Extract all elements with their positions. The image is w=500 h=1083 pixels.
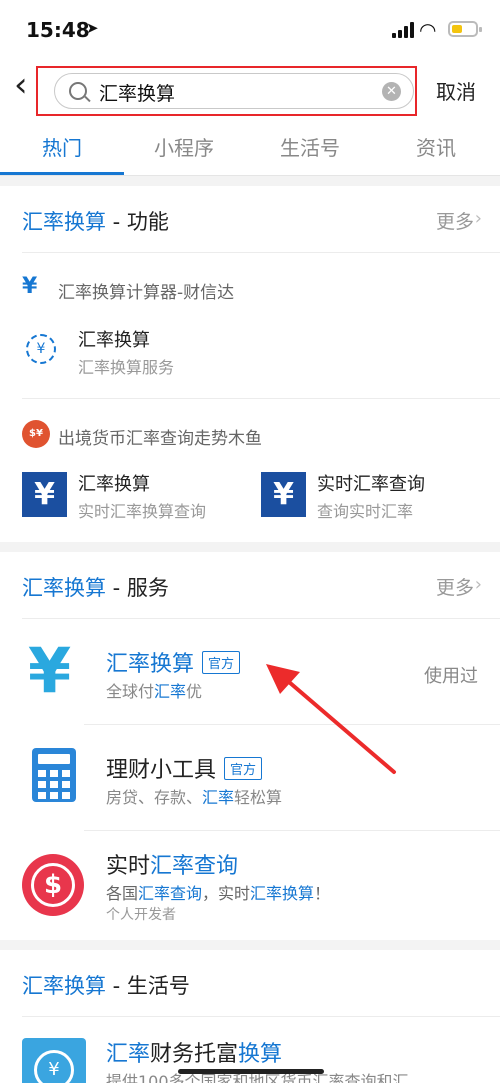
calculator-icon [32, 748, 76, 802]
active-tab-indicator [0, 172, 124, 175]
tab-news[interactable]: 资讯 [416, 132, 456, 161]
status-time: 15:48 [26, 18, 90, 42]
service-title: 理财小工具 官方 [106, 752, 263, 784]
battery-icon [448, 21, 482, 37]
functions-section: 汇率换算 - 功能 更多 › ¥ 汇率换算计算器-财信达 ¥ 汇率换算 汇率换算… [0, 186, 500, 542]
official-badge: 官方 [202, 651, 241, 674]
search-input[interactable]: 汇率换算 ✕ [54, 73, 414, 109]
services-more-link[interactable]: 更多 [436, 573, 474, 600]
service-subtitle: 各国汇率查询，实时汇率换算！ [106, 884, 331, 903]
back-chevron-icon[interactable]: ‹ [14, 68, 28, 102]
location-arrow-icon: ➤ [86, 19, 99, 37]
exchange-app-icon: ¥ [22, 472, 67, 517]
divider [22, 1016, 500, 1017]
divider [22, 618, 500, 619]
tab-mini-programs[interactable]: 小程序 [154, 132, 214, 161]
cellular-signal-icon [392, 22, 414, 38]
grid-item-title: 汇率换算 [78, 474, 150, 495]
yen-icon: ¥ [28, 634, 72, 707]
status-bar: 15:48 ➤ ◠ [0, 0, 500, 60]
wifi-icon: ◠ [419, 18, 437, 42]
home-indicator[interactable] [178, 1069, 324, 1074]
life-section-title: 汇率换算 - 生活号 [22, 974, 190, 998]
divider [22, 398, 500, 399]
cancel-button[interactable]: 取消 [436, 76, 476, 105]
chevron-right-icon[interactable]: › [475, 574, 482, 595]
used-label: 使用过 [424, 666, 478, 687]
provider-label: 汇率换算计算器-财信达 [58, 283, 235, 303]
chevron-right-icon[interactable]: › [475, 208, 482, 229]
service-title: 汇率换算 官方 [106, 646, 241, 678]
currency-cycle-icon: ¥ [26, 334, 56, 364]
services-section-title: 汇率换算 - 服务 [22, 576, 169, 600]
exchange-app-icon: ¥ [261, 472, 306, 517]
service-title: 实时汇率查询 [106, 854, 239, 879]
divider [84, 830, 500, 831]
function-item-subtitle: 汇率换算服务 [78, 358, 175, 377]
tab-life-accounts[interactable]: 生活号 [280, 132, 340, 161]
search-icon [69, 82, 87, 100]
grid-item-subtitle: 实时汇率换算查询 [78, 502, 207, 521]
functions-more-link[interactable]: 更多 [436, 207, 474, 234]
search-query: 汇率换算 [99, 83, 176, 105]
services-section: 汇率换算 - 服务 更多 › ¥ 汇率换算 官方 全球付汇率优 使用过 理财小工具… [0, 552, 500, 940]
tab-hot[interactable]: 热门 [42, 132, 82, 161]
annotation-arrow [266, 664, 396, 774]
divider [22, 252, 500, 253]
functions-section-title: 汇率换算 - 功能 [22, 210, 169, 234]
life-section: 汇率换算 - 生活号 ¥ 汇率财务托富换算 提供100多个国家和地区货币汇率查询… [0, 950, 500, 1083]
function-item-title: 汇率换算 [78, 330, 150, 351]
grid-item-title: 实时汇率查询 [317, 474, 425, 495]
clear-icon[interactable]: ✕ [382, 82, 401, 101]
provider-label: 出境货币汇率查询走势木鱼 [58, 429, 262, 449]
currency-coins-icon: $¥ [22, 420, 50, 448]
dollar-icon: $ [22, 854, 84, 916]
developer-note: 个人开发者 [106, 907, 176, 923]
grid-item-subtitle: 查询实时汇率 [317, 502, 414, 521]
yen-icon: ¥ [22, 274, 38, 299]
official-badge: 官方 [224, 757, 263, 780]
tab-bar: 热门 小程序 生活号 资讯 [0, 118, 500, 176]
service-subtitle: 房贷、存款、汇率轻松算 [106, 788, 283, 807]
search-header: ‹ 汇率换算 ✕ 取消 [0, 60, 500, 118]
life-item-title: 汇率财务托富换算 [106, 1042, 283, 1067]
service-subtitle: 全球付汇率优 [106, 682, 203, 701]
exchange-cycle-icon: ¥ [22, 1038, 86, 1083]
